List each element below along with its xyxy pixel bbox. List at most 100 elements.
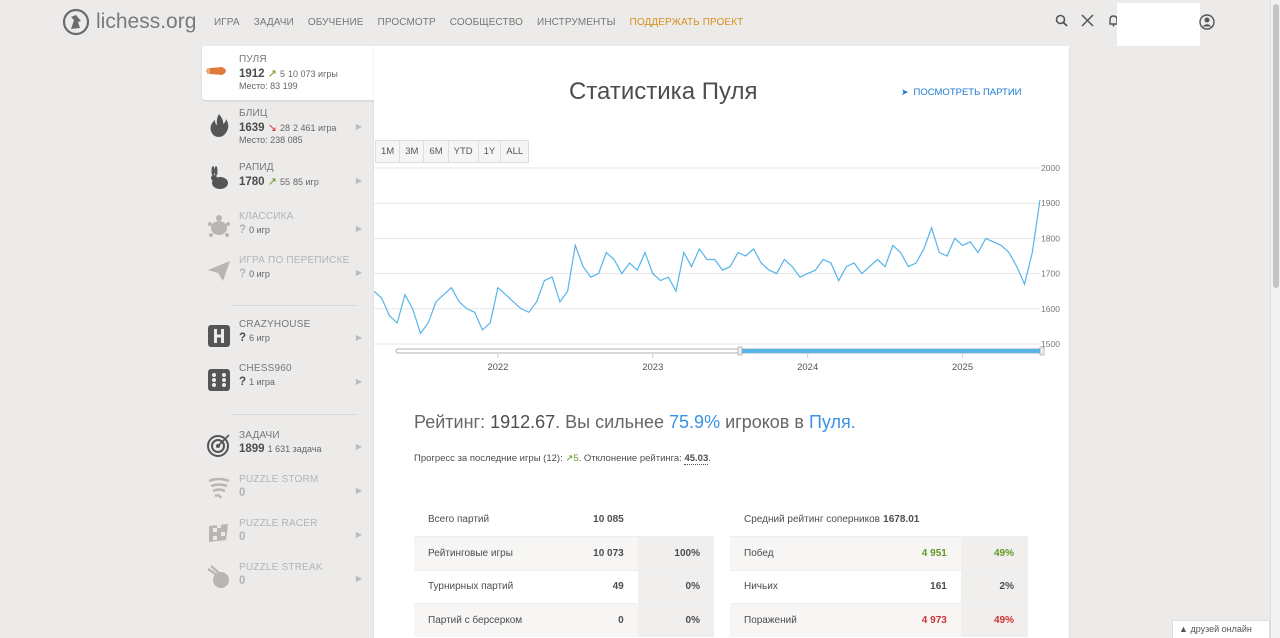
chevron-right-icon: ▶: [355, 224, 362, 233]
trend-up-icon: ↗: [267, 68, 277, 80]
rating-prefix: Рейтинг:: [414, 412, 491, 432]
row-percent: 100%: [637, 536, 714, 570]
row-value: 0: [552, 603, 638, 637]
navigator-handle-left: [737, 346, 743, 356]
sidebar-item-classical[interactable]: КЛАССИКА ? 0 игр ▶: [202, 208, 374, 252]
row-label: Партий с берсерком: [414, 603, 553, 637]
perf-rating-line: 0: [239, 575, 374, 587]
fire-icon: [210, 114, 229, 137]
perf-rating: ?: [239, 376, 247, 388]
row-percent: [637, 503, 714, 537]
sidebar-item-puzzles[interactable]: ЗАДАЧИ 1899 1 631 задача ▶: [202, 424, 374, 468]
results-table: Средний рейтинг соперников 1678.01 Побед 4…: [730, 503, 1028, 637]
streak-icon: [207, 565, 229, 588]
perf-name: КЛАССИКА: [239, 211, 294, 222]
crazyhouse-icon: [208, 325, 230, 347]
nav-learn[interactable]: ОБУЧЕНИЕ: [308, 17, 364, 28]
perf-games: 10 073 игры: [288, 69, 338, 79]
perf-delta: 5: [279, 69, 285, 79]
nav-play[interactable]: ИГРА: [214, 17, 240, 28]
sidebar-item-puzzle-streak[interactable]: PUZZLE STREAK 0 ▶: [202, 556, 374, 600]
y-tick-label: 2000: [1041, 163, 1060, 173]
perf-rating: 0: [239, 531, 246, 543]
perf-name: ЗАДАЧИ: [239, 430, 280, 441]
sidebar-item-puzzle-racer[interactable]: PUZZLE RACER 0 ▶: [202, 512, 374, 556]
chevron-right-icon: ▶: [355, 122, 362, 131]
deviation-value: 45.03: [684, 453, 709, 465]
sidebar-item-correspondence[interactable]: ИГРА ПО ПЕРЕПИСКЕ ? 0 игр ▶: [202, 252, 374, 296]
perf-rank: Место: 238 085: [239, 135, 303, 145]
perf-name: ПУЛЯ: [239, 54, 267, 65]
perf-games: 6 игр: [249, 333, 270, 343]
perf-rating-line: 0: [239, 487, 374, 499]
perf-delta: 55: [279, 177, 290, 187]
y-tick-label: 1800: [1041, 233, 1060, 243]
row-label: Средний рейтинг соперников: [730, 503, 884, 537]
navigator-selection: [741, 349, 1042, 353]
perf-name: CHESS960: [239, 363, 292, 374]
perf-games: 1 игра: [249, 377, 275, 387]
sidebar-item-crazyhouse[interactable]: CRAZYHOUSE ? 6 игр ▶: [202, 315, 374, 359]
main-nav: ИГРА ЗАДАЧИ ОБУЧЕНИЕ ПРОСМОТР СООБЩЕСТВО…: [214, 17, 757, 28]
perf-rating-line: 0: [239, 531, 374, 543]
row-percent: 49%: [960, 603, 1028, 637]
knight-logo-icon: [62, 8, 90, 36]
search-icon[interactable]: [1054, 14, 1068, 28]
perf-rating-line: ? 6 игр: [239, 332, 374, 344]
swords-icon[interactable]: [1080, 14, 1094, 28]
perf-rating-line: 1899 1 631 задача: [239, 443, 374, 455]
perf-games: 1 631 задача: [267, 444, 322, 454]
x-tick-label: 2023: [642, 362, 663, 373]
friends-online-toggle[interactable]: ▲ друзей онлайн: [1172, 620, 1270, 638]
caret-up-icon: ▲: [1179, 624, 1188, 634]
perf-rating: 0: [239, 487, 246, 499]
sidebar-item-blitz[interactable]: БЛИЦ 1639 ↘ 28 2 461 игра Место: 238 085…: [202, 100, 374, 154]
target-icon: [207, 434, 230, 457]
nav-puzzles[interactable]: ЗАДАЧИ: [254, 17, 294, 28]
divider: [232, 305, 358, 306]
row-value: 10 073: [552, 536, 638, 570]
sidebar-item-bullet[interactable]: ПУЛЯ 1912 ↗ 5 10 073 игры Место: 83 199: [202, 46, 374, 100]
nav-community[interactable]: СООБЩЕСТВО: [450, 17, 523, 28]
sidebar-item-chess960[interactable]: CHESS960 ? 1 игра ▶: [202, 359, 374, 405]
top-bar: lichess.org ИГРА ЗАДАЧИ ОБУЧЕНИЕ ПРОСМОТ…: [0, 0, 1280, 46]
perf-link[interactable]: Пуля.: [809, 412, 856, 432]
row-label: Рейтинговые игры: [414, 536, 553, 570]
nav-donate[interactable]: ПОДДЕРЖАТЬ ПРОЕКТ: [630, 17, 744, 28]
table-row: Рейтинговые игры 10 073 100%: [414, 536, 714, 570]
nav-watch[interactable]: ПРОСМОТР: [378, 17, 436, 28]
perf-games: 2 461 игра: [293, 123, 337, 133]
perf-rating-line: 1780 ↗ 55 85 игр: [239, 175, 374, 188]
username-box[interactable]: [1117, 3, 1200, 46]
perf-rating: ?: [239, 268, 247, 280]
row-value: 10 085: [552, 503, 638, 537]
perf-name: РАПИД: [239, 162, 274, 173]
row-label: Всего партий: [414, 503, 553, 537]
user-icon[interactable]: [1199, 14, 1215, 30]
row-label: Побед: [730, 536, 884, 570]
racer-flag-icon: [209, 524, 228, 542]
site-logo[interactable]: lichess.org: [62, 8, 196, 36]
x-tick-label: 2025: [952, 362, 973, 373]
scrollbar-thumb[interactable]: [1273, 4, 1279, 288]
sidebar-item-rapid[interactable]: РАПИД 1780 ↗ 55 85 игр ▶: [202, 154, 374, 208]
nav-tools[interactable]: ИНСТРУМЕНТЫ: [537, 17, 616, 28]
perf-rating: ?: [239, 332, 247, 344]
table-row: Поражений 4 973 49%: [730, 603, 1028, 637]
logo-text: lichess.org: [96, 10, 197, 33]
friends-label: друзей онлайн: [1190, 624, 1252, 634]
rabbit-icon: [211, 166, 228, 189]
sidebar-item-puzzle-storm[interactable]: PUZZLE STORM 0 ▶: [202, 468, 374, 512]
deviation-end: .: [708, 453, 711, 464]
view-games-link[interactable]: ➤ ПОСМОТРЕТЬ ПАРТИИ: [901, 87, 1022, 98]
progress-label: Прогресс за последние игры (12):: [414, 453, 566, 464]
row-value: 49: [552, 569, 638, 604]
perf-name: CRAZYHOUSE: [239, 319, 311, 330]
perf-rating-line: 1912 ↗ 5 10 073 игры: [239, 67, 374, 80]
chevron-right-icon: ▶: [355, 268, 362, 277]
page-scrollbar[interactable]: [1270, 0, 1280, 638]
rating-value: 1912.67: [490, 412, 556, 432]
x-tick-label: 2024: [797, 362, 818, 373]
turtle-icon: [208, 215, 230, 237]
perf-rating: ?: [239, 224, 247, 236]
